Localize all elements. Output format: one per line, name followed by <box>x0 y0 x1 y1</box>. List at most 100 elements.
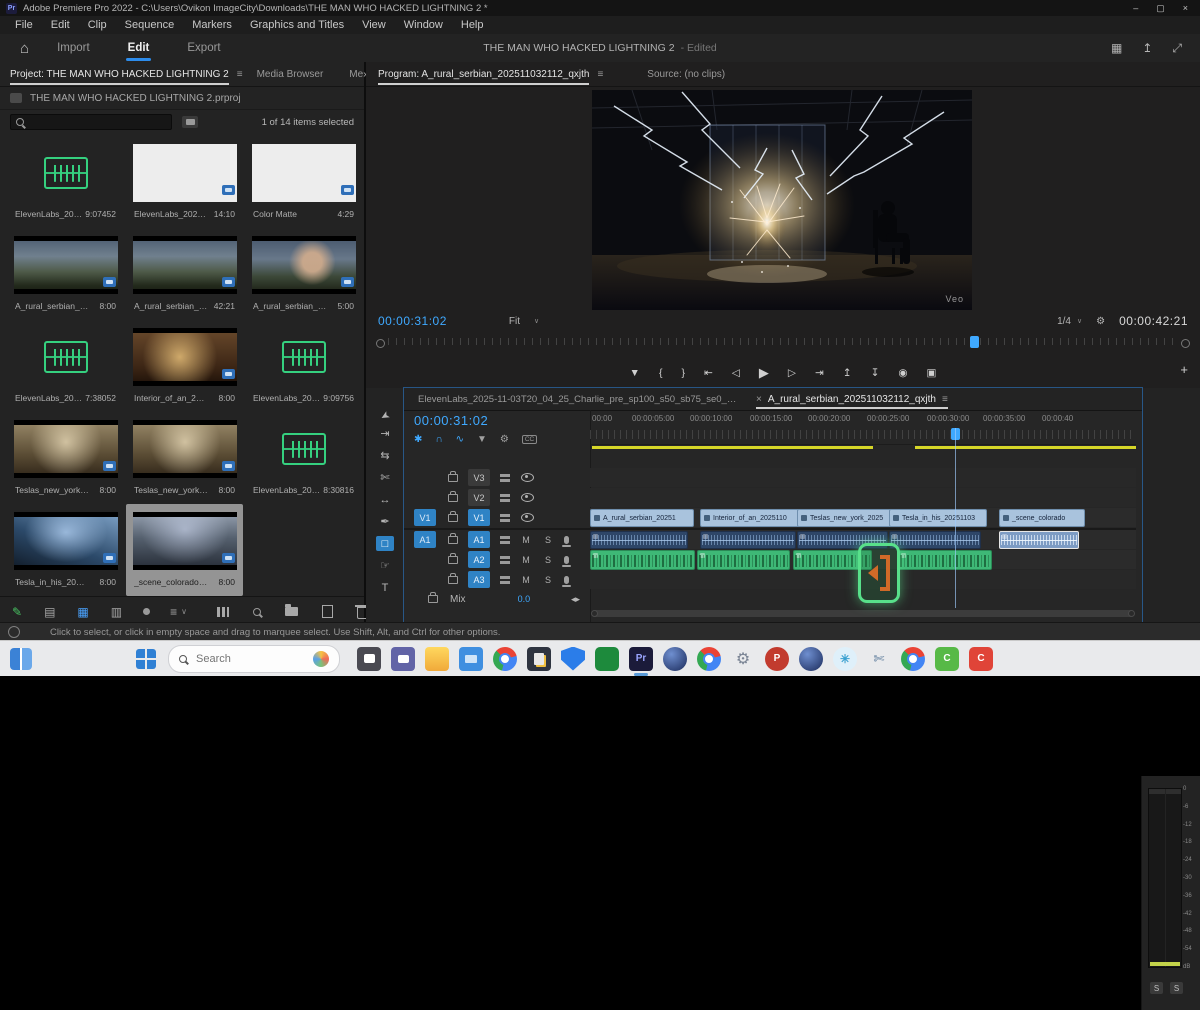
mute-button[interactable]: M <box>520 575 532 585</box>
red-c-app-icon[interactable]: C <box>969 647 993 671</box>
wrench-icon[interactable]: ⚙ <box>1096 316 1105 327</box>
solo-button[interactable]: S <box>542 535 554 545</box>
menu-item[interactable]: Help <box>452 19 493 31</box>
project-item[interactable]: ElevenLabs_2025-... 7:38052 <box>7 320 124 412</box>
taskbar-search[interactable] <box>168 645 340 673</box>
lock-icon[interactable] <box>448 576 458 584</box>
mute-button[interactable]: M <box>520 555 532 565</box>
go-to-in-button[interactable]: ⇤ <box>704 367 713 379</box>
search-bin-icon[interactable] <box>182 116 198 128</box>
project-item[interactable]: A_rural_serbian_202... 42:21 <box>126 228 243 320</box>
ripple-edit-tool[interactable]: ⇆ <box>376 448 394 463</box>
nest-toggle-icon[interactable]: ✱ <box>414 434 422 445</box>
lock-icon[interactable] <box>448 494 458 502</box>
close-button[interactable]: × <box>1183 3 1188 14</box>
lock-icon[interactable] <box>448 514 458 522</box>
track-select-forward-tool[interactable]: ⇥ <box>376 426 394 441</box>
menu-item[interactable]: File <box>6 19 42 31</box>
type-tool[interactable]: T <box>376 580 394 595</box>
video-clip[interactable]: Interior_of_an_2025110 <box>700 509 802 527</box>
video-clip[interactable]: Teslas_new_york_2025 <box>797 509 894 527</box>
writable-pen-icon[interactable]: ✎ <box>12 605 22 619</box>
video-clip[interactable]: A_rural_serbian_20251 <box>590 509 694 527</box>
step-forward-button[interactable]: ▷ <box>788 367 796 379</box>
settings-gear-icon[interactable]: ⚙ <box>731 647 755 671</box>
workspace-tab[interactable]: Edit <box>126 36 152 60</box>
list-view-icon[interactable]: ▤ <box>44 605 55 619</box>
toggle-track-output-icon[interactable] <box>521 513 534 522</box>
track-v1-lane[interactable]: A_rural_serbian_20251 Interior_of_an_202… <box>590 508 1136 527</box>
slip-tool[interactable]: ↔ <box>376 492 394 507</box>
audio-clip[interactable] <box>590 531 688 549</box>
chrome-icon-2[interactable] <box>697 647 721 671</box>
tab-source[interactable]: Source: (no clips) <box>647 69 725 80</box>
quick-export-icon[interactable]: ↥ <box>1142 41 1152 56</box>
browser-orb-icon-2[interactable] <box>799 647 823 671</box>
snap-toggle-icon[interactable]: ∩ <box>435 434 442 445</box>
close-tab-icon[interactable]: × <box>756 394 762 405</box>
chat-icon[interactable] <box>391 647 415 671</box>
lock-icon[interactable] <box>428 595 438 603</box>
track-target-button[interactable]: A1 <box>468 531 490 548</box>
file-explorer-icon[interactable] <box>425 647 449 671</box>
add-button[interactable]: + <box>1180 362 1188 377</box>
project-item[interactable]: Tesla_in_his_2025110... 8:00 <box>7 504 124 596</box>
icon-view-icon[interactable]: ▦ <box>77 605 88 619</box>
hand-tool[interactable]: ☞ <box>376 558 394 573</box>
sync-lock-icon[interactable] <box>500 494 510 502</box>
audio-clip[interactable] <box>889 531 981 549</box>
lock-icon[interactable] <box>448 474 458 482</box>
snip-tool-icon[interactable]: ✄ <box>867 647 891 671</box>
panel-menu-icon[interactable]: ≡ <box>237 69 243 80</box>
program-preview[interactable]: Veo <box>592 90 972 310</box>
menu-item[interactable]: Window <box>395 19 452 31</box>
defender-icon[interactable] <box>561 647 585 671</box>
horizontal-scrollbar[interactable] <box>592 610 1134 617</box>
menu-item[interactable]: Markers <box>183 19 241 31</box>
linked-selection-icon[interactable]: ∿ <box>456 434 464 445</box>
program-scrubber[interactable] <box>376 336 1190 350</box>
program-timecode[interactable]: 00:00:31:02 <box>378 314 447 328</box>
breadcrumb[interactable]: THE MAN WHO HACKED LIGHTNING 2.prproj <box>30 93 241 104</box>
video-clip[interactable]: Tesla_in_his_20251103 <box>889 509 987 527</box>
toggle-track-output-icon[interactable] <box>521 473 534 482</box>
tab-media-browser[interactable]: Media Browser <box>257 69 324 80</box>
premiere-taskbar-icon[interactable]: Pr <box>629 647 653 671</box>
track-target-button[interactable]: V1 <box>468 509 490 526</box>
browser-orb-icon[interactable] <box>663 647 687 671</box>
toggle-track-output-icon[interactable] <box>521 493 534 502</box>
mix-gain-value[interactable]: 0.0 <box>518 594 531 604</box>
tab-program[interactable]: Program: A_rural_serbian_202511032112_qx… <box>378 64 589 85</box>
source-patch[interactable]: A1 <box>414 531 436 548</box>
extract-button[interactable]: ↧ <box>871 367 880 379</box>
timeline-tab-inactive[interactable]: ElevenLabs_2025-11-03T20_04_25_Charlie_p… <box>418 394 738 405</box>
sort-icon[interactable]: ≡∨ <box>170 605 187 619</box>
solo-left-button[interactable]: S <box>1150 982 1163 994</box>
music-clip[interactable] <box>590 550 695 570</box>
lift-button[interactable]: ↥ <box>843 367 852 379</box>
start-button[interactable] <box>136 649 156 669</box>
search-input[interactable] <box>10 114 172 130</box>
voiceover-record-icon[interactable] <box>564 556 569 564</box>
menu-item[interactable]: Sequence <box>116 19 184 31</box>
project-item[interactable]: Teslas_new_york_202... 8:00 <box>7 412 124 504</box>
project-item[interactable]: Teslas_new_york_202... 8:00 <box>126 412 243 504</box>
workspace-tab[interactable]: Import <box>55 36 92 60</box>
captions-icon[interactable]: CC <box>522 435 537 444</box>
sync-lock-icon[interactable] <box>500 474 510 482</box>
project-item[interactable]: Color Matte 4:29 <box>245 136 362 228</box>
mark-in-button[interactable]: { <box>659 367 663 379</box>
chrome-icon[interactable] <box>493 647 517 671</box>
voiceover-record-icon[interactable] <box>564 536 569 544</box>
chrome-icon-3[interactable] <box>901 647 925 671</box>
music-clip[interactable] <box>697 550 790 570</box>
automate-to-sequence-icon[interactable] <box>217 607 229 617</box>
trim-in-indicator[interactable] <box>858 543 900 603</box>
fullscreen-icon[interactable]: ⤢ <box>1172 41 1182 56</box>
tab-project[interactable]: Project: THE MAN WHO HACKED LIGHTNING 2 <box>10 64 229 85</box>
project-item[interactable]: ElevenLabs_2025-... 9:09756 <box>245 320 362 412</box>
taskbar-search-input[interactable] <box>194 652 282 666</box>
add-marker-button[interactable]: ▼ <box>630 367 640 379</box>
mute-button[interactable]: M <box>520 535 532 545</box>
source-patch[interactable]: V1 <box>414 509 436 526</box>
